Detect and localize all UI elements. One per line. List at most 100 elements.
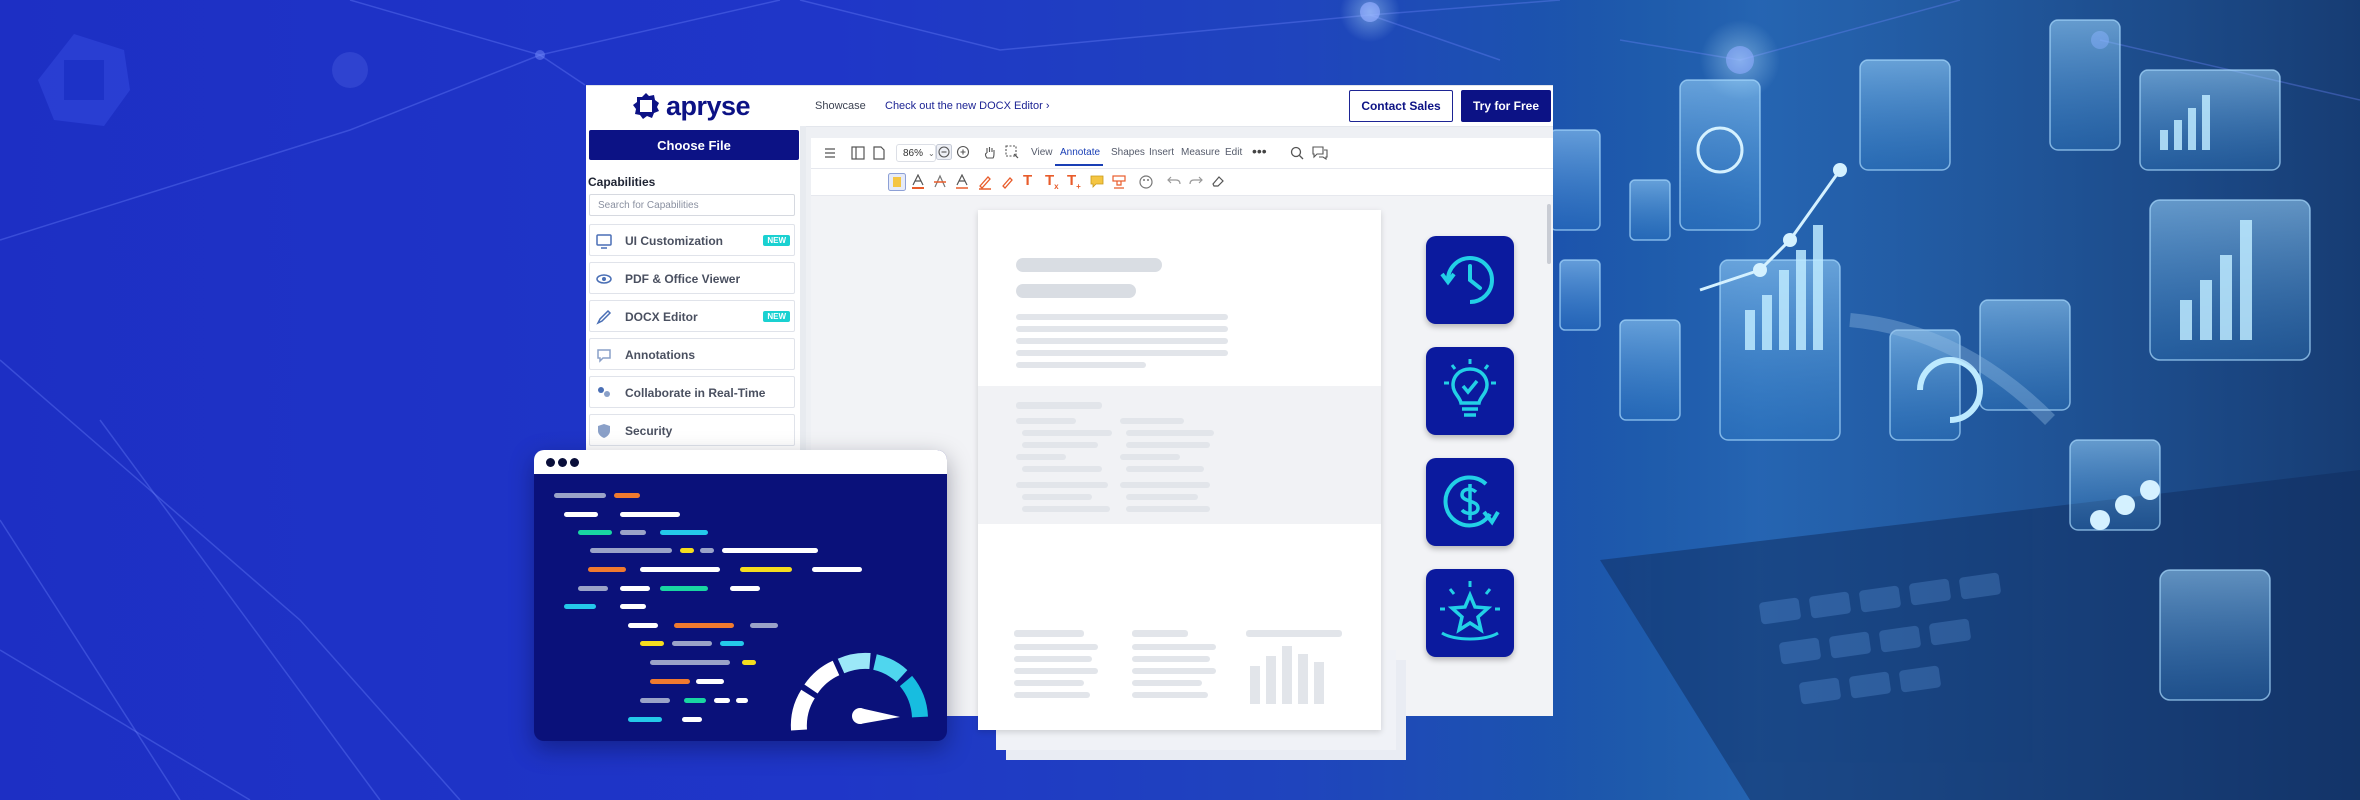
panel-toggle-icon[interactable] [851, 146, 865, 160]
search-icon[interactable] [1290, 146, 1304, 160]
placeholder-line [1132, 668, 1216, 674]
more-options-icon[interactable]: ••• [1252, 143, 1267, 159]
dollar-arrow-icon [1443, 475, 1500, 528]
strikeout-text-icon[interactable] [933, 174, 947, 190]
window-dot-icon [570, 458, 579, 467]
window-dot-icon [558, 458, 567, 467]
comment-icon [597, 349, 611, 363]
freehand-highlight-icon[interactable] [1000, 174, 1014, 190]
document-highlight-section [978, 386, 1381, 524]
showcase-label: Showcase [815, 100, 866, 112]
sidebar-item-label: Security [625, 424, 673, 438]
pan-hand-icon[interactable] [983, 145, 997, 160]
note-tool-icon[interactable] [888, 173, 906, 191]
placeholder-line [1016, 350, 1228, 356]
eye-icon [596, 274, 612, 284]
callout-text-icon[interactable]: Tx [1045, 172, 1059, 191]
docx-editor-link-text: Check out the new DOCX Editor [885, 100, 1043, 112]
contact-sales-button[interactable]: Contact Sales [1349, 90, 1453, 122]
sidebar-item-ui-customization[interactable]: UI Customization NEW [589, 224, 795, 256]
sidebar-item-security[interactable]: Security [589, 414, 795, 446]
speedometer-icon [790, 652, 928, 731]
placeholder-line [1126, 466, 1204, 472]
select-area-icon[interactable] [1005, 145, 1019, 159]
tab-annotate[interactable]: Annotate [1060, 147, 1100, 158]
highlight-text-icon[interactable] [911, 174, 925, 190]
apryse-logo-icon [633, 93, 659, 119]
active-tab-indicator [1055, 164, 1103, 166]
sidebar-item-docx-editor[interactable]: DOCX Editor NEW [589, 300, 795, 332]
placeholder-line [1022, 466, 1102, 472]
replace-text-icon[interactable]: T+ [1067, 172, 1081, 191]
placeholder-line [1016, 326, 1228, 332]
monitor-icon [596, 234, 612, 249]
feature-tile-star [1426, 569, 1514, 657]
docx-editor-link[interactable]: Check out the new DOCX Editor › [885, 100, 1049, 112]
clock-rotate-icon [1440, 256, 1494, 304]
page-icon[interactable] [873, 146, 885, 160]
mini-bar-chart-placeholder [1250, 646, 1324, 704]
chevron-right-icon: › [1045, 100, 1050, 112]
placeholder-line [1014, 644, 1098, 650]
free-text-icon[interactable]: T [1023, 172, 1032, 189]
choose-file-button[interactable]: Choose File [589, 130, 799, 160]
apryse-logo[interactable]: apryse [632, 90, 751, 122]
lightbulb-check-icon [1444, 359, 1496, 417]
placeholder-line [1132, 692, 1208, 698]
viewer-scrollbar[interactable] [1547, 204, 1551, 264]
placeholder-line [1016, 314, 1228, 320]
placeholder-line [1016, 454, 1066, 460]
star-burst-icon [1440, 581, 1500, 641]
comments-panel-icon[interactable] [1312, 146, 1328, 160]
hero-banner: apryse Showcase Check out the new DOCX E… [0, 0, 2360, 800]
sidebar-item-collaborate[interactable]: Collaborate in Real-Time [589, 376, 795, 408]
placeholder-line [1022, 494, 1092, 500]
capabilities-search-input[interactable]: Search for Capabilities [589, 194, 795, 216]
sidebar-item-annotations[interactable]: Annotations [589, 338, 795, 370]
window-dot-icon [546, 458, 555, 467]
try-for-free-button[interactable]: Try for Free [1461, 90, 1551, 122]
menu-icon[interactable] [824, 147, 836, 159]
placeholder-line [1126, 506, 1210, 512]
feature-tile-lightbulb [1426, 347, 1514, 435]
redo-icon[interactable] [1189, 175, 1203, 187]
zoom-out-icon[interactable] [936, 144, 952, 160]
sidebar-item-pdf-office-viewer[interactable]: PDF & Office Viewer [589, 262, 795, 294]
placeholder-line [1022, 430, 1112, 436]
placeholder-line [1132, 644, 1216, 650]
sidebar-item-label: Annotations [625, 348, 695, 362]
placeholder-line [1120, 418, 1184, 424]
placeholder-line [1016, 362, 1146, 368]
undo-icon[interactable] [1167, 175, 1181, 187]
placeholder-line [1120, 482, 1210, 488]
placeholder-line [1014, 692, 1090, 698]
zoom-select[interactable]: 86% ⌄ [896, 144, 936, 162]
placeholder-line [1132, 680, 1202, 686]
freehand-icon[interactable] [978, 174, 992, 190]
code-window-titlebar [534, 450, 947, 474]
tab-edit[interactable]: Edit [1225, 147, 1242, 158]
placeholder-line [1014, 680, 1084, 686]
color-palette-icon[interactable] [1139, 175, 1153, 189]
stamp-icon[interactable] [1112, 175, 1126, 189]
eraser-icon[interactable] [1211, 174, 1225, 188]
feature-tile-dollar [1426, 458, 1514, 546]
collaborate-icon [598, 387, 610, 397]
tab-insert[interactable]: Insert [1149, 147, 1174, 158]
placeholder-line [1126, 494, 1198, 500]
placeholder-line [1022, 442, 1098, 448]
tab-shapes[interactable]: Shapes [1111, 147, 1145, 158]
sticky-note-icon[interactable] [1090, 175, 1104, 188]
logo-wordmark: apryse [666, 90, 751, 121]
shield-icon [598, 424, 610, 438]
zoom-in-icon[interactable] [956, 145, 970, 159]
sidebar-item-label: PDF & Office Viewer [625, 272, 741, 286]
placeholder-line [1126, 442, 1210, 448]
new-badge: NEW [763, 235, 790, 246]
tab-view[interactable]: View [1031, 147, 1053, 158]
placeholder-line [1016, 338, 1228, 344]
tab-measure[interactable]: Measure [1181, 147, 1220, 158]
placeholder-line [1014, 656, 1092, 662]
underline-text-icon[interactable] [955, 174, 969, 190]
new-badge: NEW [763, 311, 790, 322]
